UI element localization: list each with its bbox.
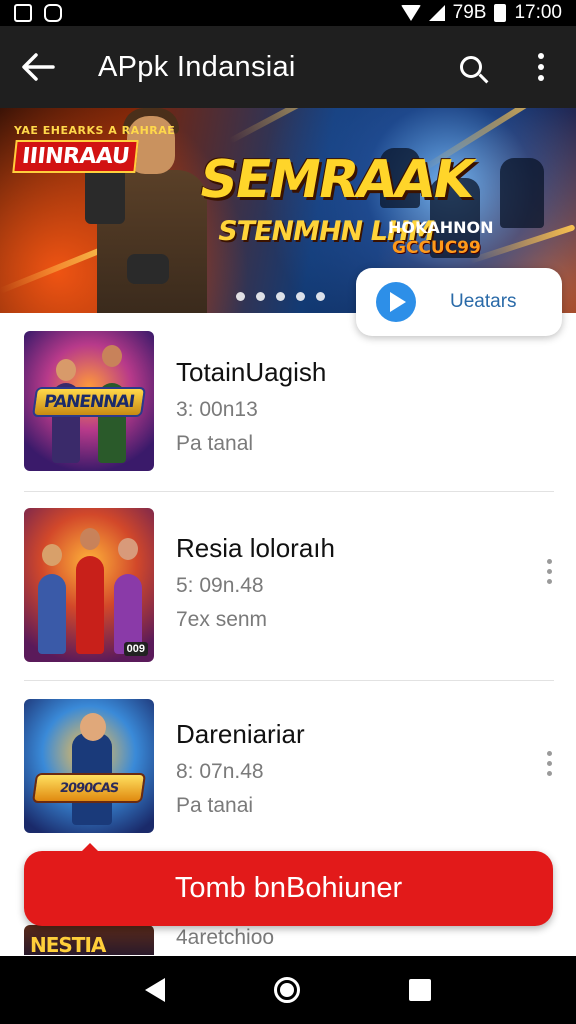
list-divider: [24, 491, 554, 492]
status-time: 17:00: [514, 2, 562, 23]
app-name: Resia loloraıh: [176, 533, 335, 563]
app-name: TotainUagish: [176, 357, 327, 387]
banner-badge-big: IIINRAAU: [12, 140, 139, 173]
list-item[interactable]: 009 Resia loloraıh 5: 09n.48 7ex senm: [0, 493, 576, 663]
app-title: APpk Indansiai: [98, 50, 296, 83]
primary-action-button[interactable]: Tomb bnBohiuner: [24, 843, 553, 926]
banner-tag: HOKAHNON: [388, 218, 494, 237]
app-info: 3: 00n13: [176, 398, 258, 421]
app-thumbnail: 009: [24, 508, 154, 662]
status-indicators: 79B: [452, 2, 487, 23]
app-bar: APpk Indansiai: [0, 26, 576, 108]
nav-recents-icon[interactable]: [409, 979, 432, 1001]
more-options-button[interactable]: [506, 26, 576, 108]
carousel-dots[interactable]: [236, 292, 325, 301]
app-name: Dareniariar: [176, 719, 305, 749]
banner-badge: YAE EHEARKS A RAHRAE IIINRAAU: [12, 124, 176, 173]
carousel-dot[interactable]: [296, 292, 305, 301]
nav-home-icon[interactable]: [273, 977, 300, 1003]
search-icon: [460, 56, 482, 78]
arrow-left-icon: [22, 53, 55, 81]
item-more-button[interactable]: [547, 751, 552, 776]
app-category: Pa tanal: [176, 432, 254, 455]
app-thumbnail-logo: NESTIA: [30, 933, 106, 955]
app-thumbnail: PANENNAI: [24, 331, 154, 471]
banner-soldier-figure: [500, 158, 544, 228]
app-thumbnail-corner: 009: [123, 642, 148, 656]
app-notification-icon: [44, 4, 62, 22]
search-button[interactable]: [436, 26, 506, 108]
app-info-partial: 4aretchioo: [176, 926, 275, 949]
updates-label: Ueatars: [450, 291, 517, 312]
image-notification-icon: [14, 4, 32, 22]
more-vert-icon: [538, 53, 544, 81]
back-button[interactable]: [0, 26, 76, 108]
app-info: 5: 09n.48: [176, 574, 264, 597]
app-thumbnail-logo: PANENNAI: [31, 387, 147, 417]
carousel-dot[interactable]: [316, 292, 325, 301]
battery-icon: [494, 4, 507, 22]
nav-back-icon[interactable]: [144, 978, 165, 1002]
carousel-dot[interactable]: [276, 292, 285, 301]
carousel-dot[interactable]: [256, 292, 265, 301]
item-more-button[interactable]: [547, 559, 552, 584]
app-thumbnail-partial: NESTIA: [24, 925, 154, 955]
list-divider: [24, 680, 554, 681]
banner-tag-secondary: GCCUC99: [392, 238, 481, 258]
app-category: Pa tanai: [176, 794, 254, 817]
signal-icon: [428, 5, 445, 21]
app-category: 7ex senm: [176, 608, 268, 631]
banner-title: SEMRAAK: [194, 150, 477, 210]
system-nav-bar: [0, 956, 576, 1024]
app-info: 8: 07n.48: [176, 760, 264, 783]
wifi-icon: [400, 5, 421, 21]
banner-badge-small: YAE EHEARKS A RAHRAE: [14, 124, 176, 137]
app-thumbnail-logo: 2090CAS: [31, 773, 147, 803]
list-item[interactable]: PANENNAI TotainUagish 3: 00n13 Pa tanal: [0, 313, 576, 483]
status-bar: 79B 17:00: [0, 0, 576, 26]
banner-light-ray: [228, 108, 356, 144]
carousel-dot[interactable]: [236, 292, 245, 301]
list-item[interactable]: 2090CAS Dareniariar 8: 07n.48 Pa tanai: [0, 683, 576, 853]
app-thumbnail: 2090CAS: [24, 699, 154, 833]
